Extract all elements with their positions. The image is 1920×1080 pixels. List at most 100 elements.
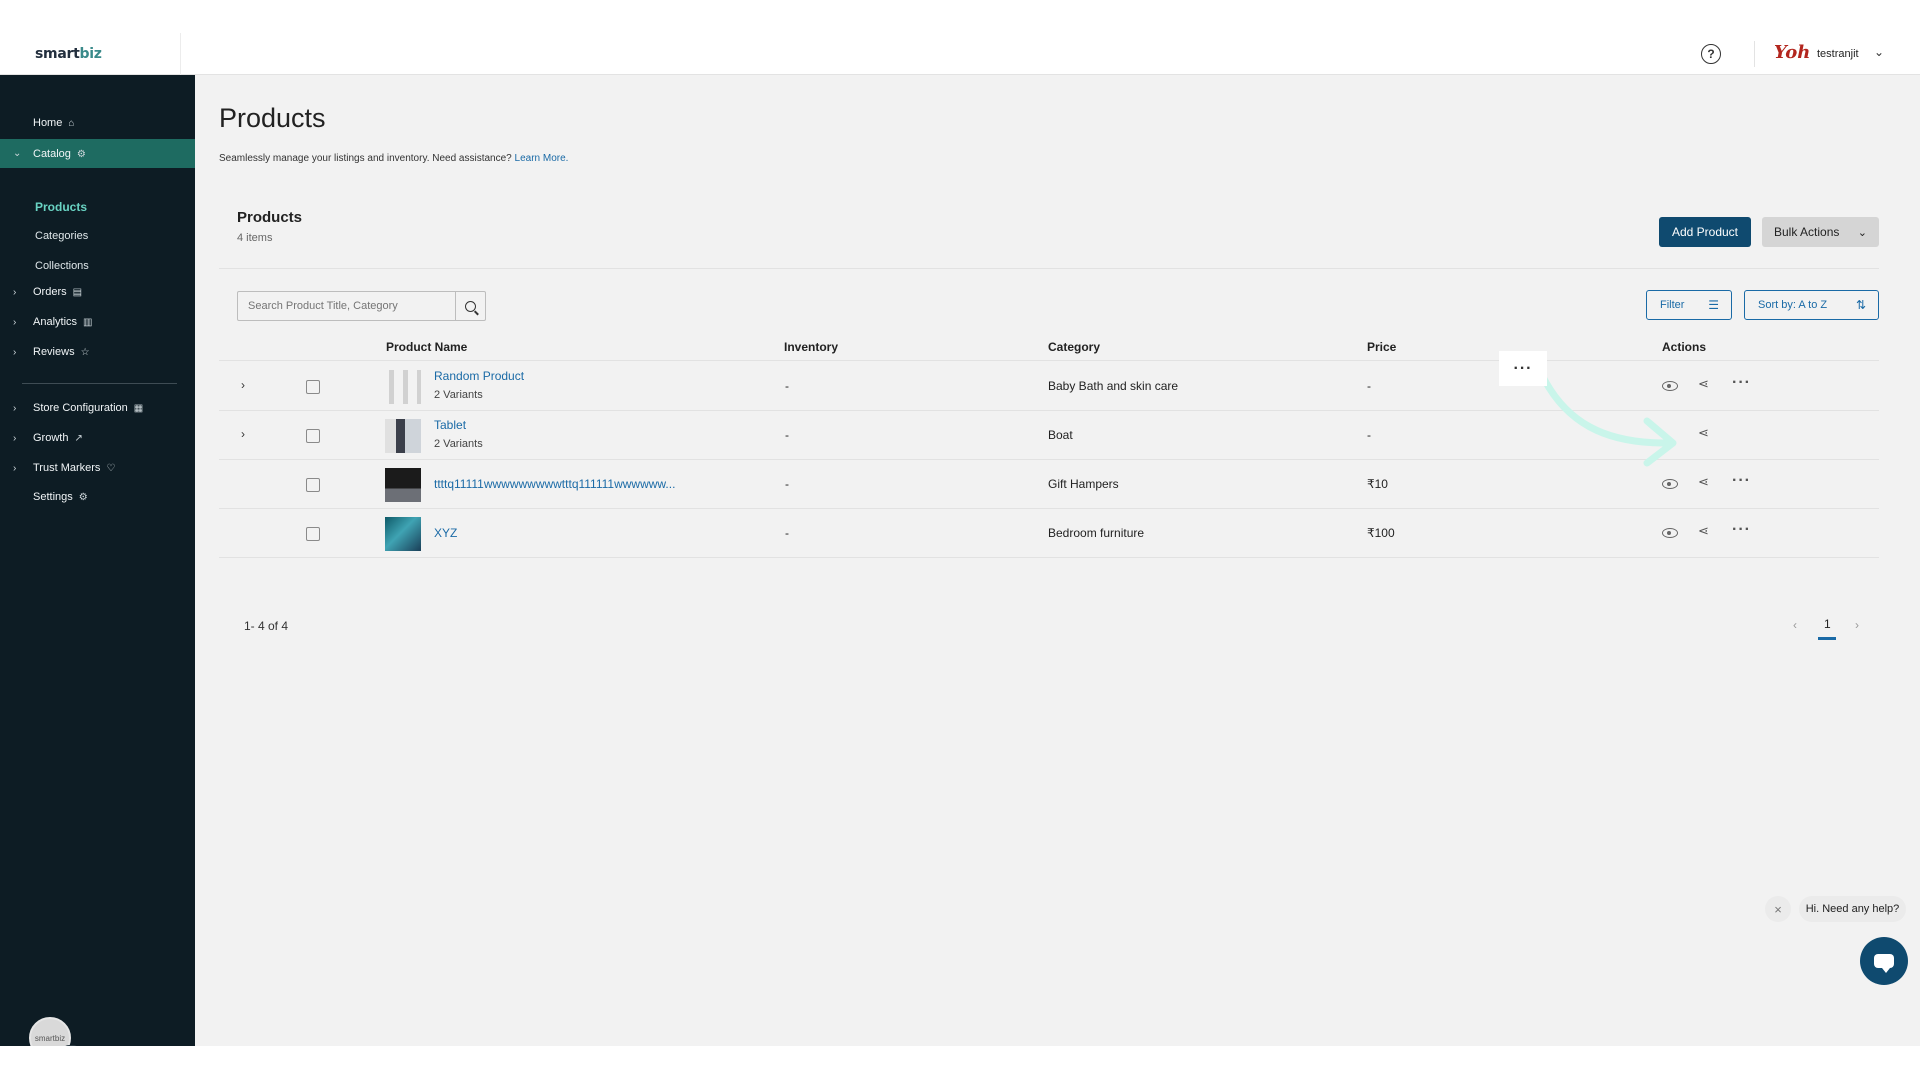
logo-container[interactable]: smartbiz bbox=[0, 33, 181, 75]
sidebar-item-trust-markers[interactable]: › Trust Markers ♡ bbox=[0, 455, 195, 481]
sidebar-divider bbox=[22, 383, 177, 384]
inventory-cell: - bbox=[785, 379, 789, 393]
close-icon[interactable]: × bbox=[1765, 896, 1791, 922]
column-actions: Actions bbox=[1662, 340, 1707, 354]
page-number-button[interactable]: 1 bbox=[1824, 617, 1831, 631]
filter-button[interactable]: Filter ☰ bbox=[1646, 290, 1732, 320]
sidebar-item-home[interactable]: Home ⌂ bbox=[0, 110, 195, 136]
sidebar-item-analytics[interactable]: › Analytics ▥ bbox=[0, 309, 195, 335]
active-page-indicator bbox=[1818, 637, 1836, 640]
chevron-right-icon[interactable]: › bbox=[1855, 618, 1859, 632]
category-cell: Boat bbox=[1048, 428, 1073, 442]
price-cell: ₹100 bbox=[1367, 526, 1395, 540]
more-options-icon[interactable]: ··· bbox=[1732, 374, 1751, 392]
sidebar-item-orders[interactable]: › Orders ▤ bbox=[0, 279, 195, 305]
price-cell: - bbox=[1367, 379, 1371, 393]
star-icon: ☆ bbox=[80, 347, 90, 358]
page-subtitle: Seamlessly manage your listings and inve… bbox=[219, 153, 569, 164]
chevron-right-icon: › bbox=[13, 432, 17, 444]
chevron-right-icon: › bbox=[13, 462, 17, 474]
tag-icon: ⚙ bbox=[76, 148, 86, 160]
share-icon[interactable]: ⋖ bbox=[1698, 376, 1709, 392]
help-icon[interactable]: ? bbox=[1701, 44, 1721, 64]
annotation-arrow bbox=[1537, 369, 1677, 467]
chevron-right-icon: › bbox=[13, 316, 17, 328]
topbar-divider bbox=[1754, 41, 1755, 67]
product-name-link[interactable]: Tablet bbox=[434, 418, 466, 432]
search-icon bbox=[465, 300, 476, 312]
sidebar-item-store-configuration[interactable]: › Store Configuration ▦ bbox=[0, 395, 195, 421]
more-options-icon[interactable]: ··· bbox=[1499, 351, 1547, 386]
column-price: Price bbox=[1367, 340, 1397, 354]
inventory-cell: - bbox=[785, 428, 789, 442]
price-cell: ₹10 bbox=[1367, 477, 1388, 491]
product-name-link[interactable]: ttttq11111wwwwwwwwwtttq111111wwwwww... bbox=[434, 477, 675, 491]
chat-icon bbox=[1874, 954, 1894, 973]
clipboard-icon: ▤ bbox=[72, 287, 83, 298]
chevron-down-icon[interactable]: ⌄ bbox=[1874, 45, 1884, 59]
chevron-right-icon: › bbox=[13, 402, 17, 414]
top-bar: smartbiz ? Yoh testranjit ⌄ bbox=[0, 33, 1920, 75]
sort-button[interactable]: Sort by: A to Z ⇅ bbox=[1744, 290, 1879, 320]
notification-badge: 12 bbox=[62, 1045, 80, 1046]
bar-chart-icon: ▥ bbox=[83, 317, 93, 328]
more-options-icon[interactable]: ··· bbox=[1732, 472, 1751, 490]
chat-button[interactable] bbox=[1860, 937, 1908, 985]
sort-icon: ⇅ bbox=[1855, 298, 1866, 312]
avatar[interactable]: smartbiz bbox=[29, 1017, 71, 1046]
category-cell: Baby Bath and skin care bbox=[1048, 379, 1179, 393]
home-icon: ⌂ bbox=[68, 118, 75, 129]
learn-more-link[interactable]: Learn More. bbox=[515, 153, 569, 164]
more-options-icon[interactable]: ··· bbox=[1732, 521, 1751, 539]
share-icon[interactable]: ⋖ bbox=[1698, 425, 1709, 441]
chevron-right-icon[interactable]: › bbox=[241, 378, 245, 392]
inventory-cell: - bbox=[785, 477, 789, 491]
row-checkbox[interactable] bbox=[306, 380, 320, 394]
search-box bbox=[237, 291, 486, 321]
product-thumbnail bbox=[385, 517, 421, 551]
page-title: Products bbox=[219, 103, 326, 133]
panel-header: Products 4 items Add Product Bulk Action… bbox=[219, 191, 1879, 269]
sidebar-subitem-categories[interactable]: Categories bbox=[35, 230, 88, 242]
app-window: smartbiz ? Yoh testranjit ⌄ Home ⌂ ⌄ Cata… bbox=[0, 33, 1920, 1046]
product-thumbnail bbox=[385, 370, 421, 404]
app-logo: smartbiz bbox=[35, 46, 102, 62]
row-checkbox[interactable] bbox=[306, 527, 320, 541]
product-thumbnail bbox=[385, 419, 421, 453]
row-checkbox[interactable] bbox=[306, 429, 320, 443]
sidebar-item-catalog[interactable]: ⌄ Catalog ⚙ bbox=[0, 139, 195, 168]
gear-icon: ⚙ bbox=[78, 492, 88, 503]
heart-shield-icon: ♡ bbox=[106, 463, 116, 474]
inventory-cell: - bbox=[785, 526, 789, 540]
sidebar-item-growth[interactable]: › Growth ↗ bbox=[0, 425, 195, 451]
chevron-right-icon[interactable]: › bbox=[241, 427, 245, 441]
sidebar-item-settings[interactable]: Settings ⚙ bbox=[0, 484, 195, 510]
product-name-link[interactable]: XYZ bbox=[434, 526, 457, 540]
share-icon[interactable]: ⋖ bbox=[1698, 474, 1709, 490]
chevron-left-icon[interactable]: ‹ bbox=[1793, 618, 1797, 632]
bulk-actions-button[interactable]: Bulk Actions ⌄ bbox=[1762, 217, 1879, 247]
table-header: Product Name Inventory Category Price Ac… bbox=[219, 331, 1879, 361]
row-checkbox[interactable] bbox=[306, 478, 320, 492]
pagination-range: 1- 4 of 4 bbox=[244, 619, 289, 633]
product-name-link[interactable]: Random Product bbox=[434, 369, 524, 383]
chat-prompt[interactable]: Hi. Need any help? bbox=[1799, 896, 1906, 922]
store-icon: ▦ bbox=[133, 403, 144, 414]
chevron-right-icon: › bbox=[13, 286, 17, 298]
store-logo: Yoh bbox=[1774, 42, 1811, 63]
eye-icon[interactable] bbox=[1662, 528, 1678, 538]
share-icon[interactable]: ⋖ bbox=[1698, 523, 1709, 539]
column-category: Category bbox=[1048, 340, 1101, 354]
sidebar-subitem-collections[interactable]: Collections bbox=[35, 260, 89, 272]
category-cell: Gift Hampers bbox=[1048, 477, 1119, 491]
sidebar-item-reviews[interactable]: › Reviews ☆ bbox=[0, 339, 195, 365]
column-product-name: Product Name bbox=[386, 340, 468, 354]
add-product-button[interactable]: Add Product bbox=[1659, 217, 1751, 247]
chevron-down-icon: ⌄ bbox=[13, 148, 22, 159]
user-name[interactable]: testranjit bbox=[1817, 48, 1859, 60]
sidebar-subitem-products[interactable]: Products bbox=[35, 200, 87, 214]
price-cell: - bbox=[1367, 428, 1371, 442]
search-input[interactable] bbox=[238, 292, 453, 320]
search-button[interactable] bbox=[455, 292, 485, 320]
chevron-right-icon: › bbox=[13, 346, 17, 358]
